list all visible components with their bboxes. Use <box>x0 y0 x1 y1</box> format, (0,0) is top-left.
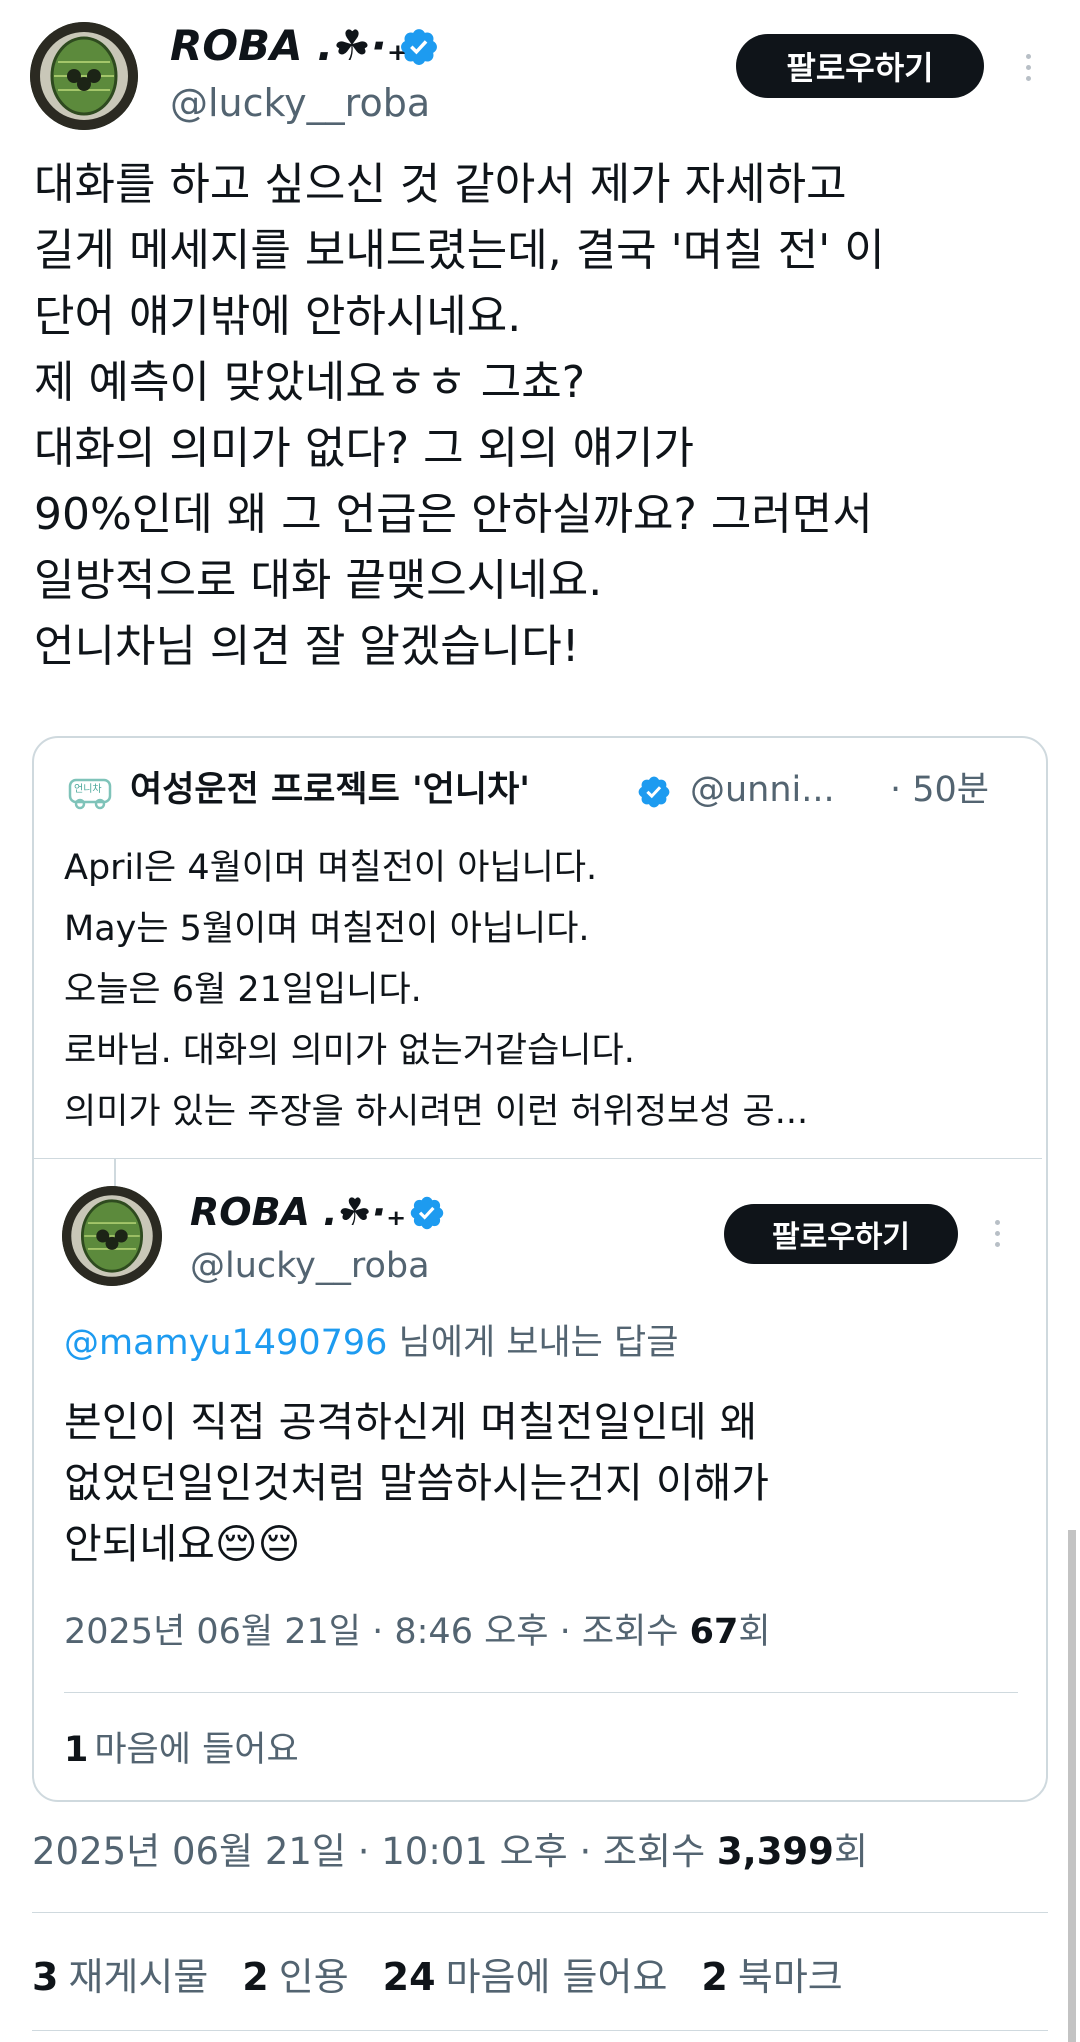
author-avatar[interactable] <box>30 22 138 130</box>
nested-timestamp: 2025년 06월 21일 · 8:46 오후 · 조회수 67회 <box>64 1606 771 1658</box>
reply-to-handle-link[interactable]: @mamyu1490796 <box>64 1323 387 1363</box>
quotes-stat[interactable]: 2 인용 <box>242 1946 348 2001</box>
nested-timestamp-text: 2025년 06월 21일 · 8:46 오후 · 조회수 <box>64 1612 690 1652</box>
post-line: 90%인데 왜 그 언급은 안하실까요? 그러면서 <box>34 489 873 540</box>
quoted-avatar[interactable]: 언니차 <box>66 766 114 814</box>
quoted-line: 의미가 있는 주장을 하시려면 이런 허위정보성 공... <box>64 1092 809 1132</box>
quoted-line: April은 4월이며 며칠전이 아닙니다. <box>64 848 598 888</box>
nested-body: 본인이 직접 공격하신게 며칠전일인데 왜 없었던일인것처럼 말씀하시는건지 이… <box>64 1392 1024 1575</box>
nested-author-avatar[interactable] <box>62 1186 162 1286</box>
nested-line: 안되네요😔😔 <box>64 1520 301 1568</box>
author-name[interactable]: ROBA .☘︎·₊ <box>170 18 409 74</box>
post-line: 단어 얘기밖에 안하시네요. <box>34 291 522 342</box>
nested-line: 본인이 직접 공격하신게 며칠전일인데 왜 <box>64 1398 758 1446</box>
quoted-author-handle[interactable]: @unni... <box>690 764 835 816</box>
post-timestamp: 2025년 06월 21일 · 10:01 오후 · 조회수 3,399회 <box>32 1824 868 1880</box>
engagement-stats: 3 재게시물 2 인용 24 마음에 들어요 2 북마크 <box>32 1946 843 2001</box>
quoted-verified-icon <box>636 774 672 814</box>
post-line: 제 예측이 맞았네요ㅎㅎ 그쵸? <box>34 357 586 408</box>
nested-views-count: 67 <box>689 1612 739 1652</box>
post-views-count: 3,399 <box>716 1830 834 1873</box>
quoted-author-name[interactable]: 여성운전 프로젝트 '언니차' <box>130 764 530 816</box>
quoted-line: 로바님. 대화의 의미가 없는거같습니다. <box>64 1031 635 1071</box>
nested-line: 없었던일인것처럼 말씀하시는건지 이해가 <box>64 1459 770 1507</box>
nested-author-handle[interactable]: @lucky__roba <box>190 1242 430 1290</box>
more-options-icon[interactable] <box>1016 42 1040 92</box>
bottom-divider <box>32 2030 1048 2031</box>
post-line: 언니차님 의견 잘 알겠습니다! <box>34 621 580 672</box>
post-line: 길게 메세지를 보내드렸는데, 결국 '며칠 전' 이 <box>34 225 885 276</box>
quotes-count: 2 <box>242 1955 269 1999</box>
footer-divider <box>32 1912 1048 1913</box>
post-line: 대화의 의미가 없다? 그 외의 얘기가 <box>34 423 695 474</box>
avatar-image <box>30 22 138 130</box>
quotes-label: 인용 <box>278 1955 349 1999</box>
quoted-separator <box>34 1158 1042 1159</box>
nested-author-name[interactable]: ROBA .☘︎·₊ <box>190 1186 406 1238</box>
scrollbar-thumb[interactable] <box>1068 1530 1076 2042</box>
quoted-logo-text: 언니차 <box>74 784 102 795</box>
nested-views-suffix: 회 <box>738 1612 771 1652</box>
reply-to-line: @mamyu1490796 님에게 보내는 답글 <box>64 1318 678 1368</box>
quoted-time: · 50분 <box>890 770 989 810</box>
nested-likes-label: 마음에 들어요 <box>94 1730 299 1770</box>
post-timestamp-text: 2025년 06월 21일 · 10:01 오후 · 조회수 <box>32 1830 717 1873</box>
post-line: 대화를 하고 싶으신 것 같아서 제가 자세하고 <box>34 159 847 210</box>
bookmarks-count: 2 <box>701 1955 728 1999</box>
nested-divider <box>64 1692 1018 1693</box>
post-views-suffix: 회 <box>833 1830 868 1873</box>
nested-likes[interactable]: 1 마음에 들어요 <box>64 1724 299 1776</box>
nested-more-options-icon[interactable] <box>986 1210 1008 1256</box>
reposts-stat[interactable]: 3 재게시물 <box>32 1946 208 2001</box>
verified-badge-icon <box>398 26 440 72</box>
likes-label: 마음에 들어요 <box>445 1955 668 1999</box>
quoted-body: April은 4월이며 며칠전이 아닙니다. May는 5월이며 며칠전이 아닙… <box>64 838 1024 1143</box>
nested-likes-count: 1 <box>64 1730 89 1770</box>
follow-button[interactable]: 팔로우하기 <box>736 34 984 98</box>
reply-to-suffix: 님에게 보내는 답글 <box>387 1323 679 1363</box>
author-handle[interactable]: @lucky__roba <box>170 78 430 128</box>
likes-stat[interactable]: 24 마음에 들어요 <box>383 1946 668 2001</box>
nested-follow-button[interactable]: 팔로우하기 <box>724 1204 958 1264</box>
reposts-label: 재게시물 <box>68 1955 209 1999</box>
quoted-line: May는 5월이며 며칠전이 아닙니다. <box>64 909 590 949</box>
post-line: 일방적으로 대화 끝맺으시네요. <box>34 555 603 606</box>
thread-connector <box>114 1158 116 1188</box>
quoted-line: 오늘은 6월 21일입니다. <box>64 970 422 1010</box>
nested-avatar-image <box>62 1186 162 1286</box>
nested-verified-icon <box>408 1194 446 1236</box>
bookmarks-label: 북마크 <box>737 1955 843 1999</box>
reposts-count: 3 <box>32 1955 59 1999</box>
bookmarks-stat[interactable]: 2 북마크 <box>701 1946 842 2001</box>
likes-count: 24 <box>382 1955 436 1999</box>
post-body: 대화를 하고 싶으신 것 같아서 제가 자세하고 길게 메세지를 보내드렸는데,… <box>34 152 1044 680</box>
